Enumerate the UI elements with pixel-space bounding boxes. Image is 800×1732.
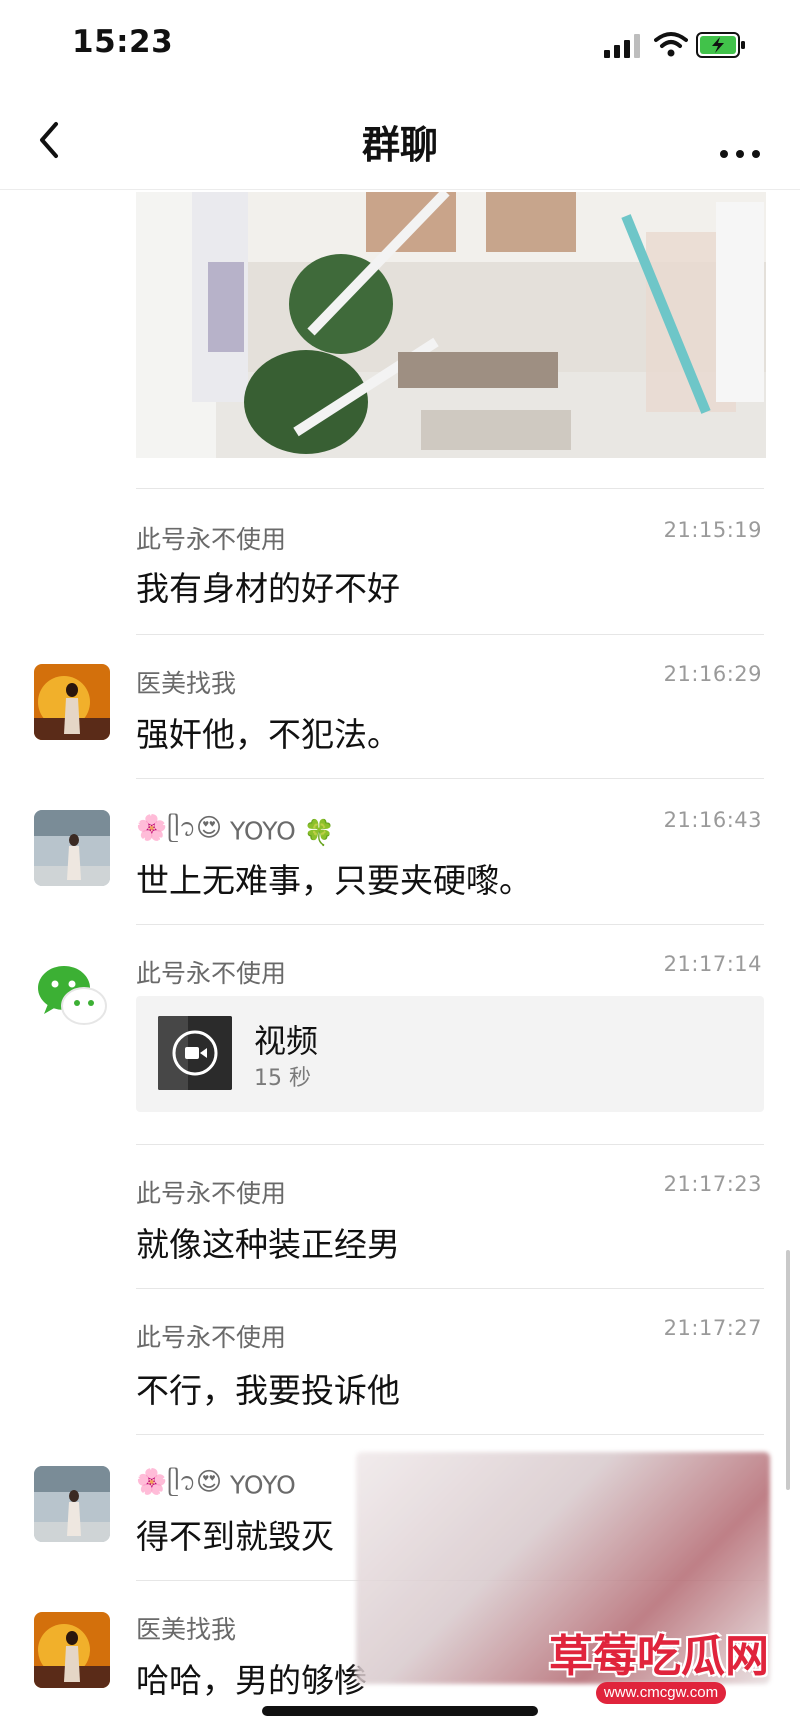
sender-name: 此号永不使用 bbox=[136, 959, 287, 988]
avatar[interactable] bbox=[34, 810, 110, 886]
sender-name: 此号永不使用 bbox=[136, 1179, 287, 1208]
divider bbox=[136, 1288, 764, 1289]
home-indicator bbox=[262, 1706, 538, 1716]
divider bbox=[136, 634, 764, 635]
sender-name-text: YOYO bbox=[230, 816, 296, 846]
message-text: 得不到就毁灭 bbox=[136, 1517, 334, 1556]
sender-emoji-prefix: 🌸ᥫ᭡😍 bbox=[136, 813, 223, 842]
sender-name: 医美找我 bbox=[136, 1615, 237, 1644]
watermark-logo: 草莓吃瓜网 www.cmcgw.com bbox=[546, 1620, 772, 1710]
avatar[interactable] bbox=[34, 1612, 110, 1688]
sender-name: 🌸ᥫ᭡😍 YOYO 🍀 bbox=[136, 810, 335, 855]
message-time: 21:15:19 bbox=[663, 518, 762, 542]
more-icon[interactable] bbox=[716, 112, 764, 168]
sender-emoji-prefix: 🌸ᥫ᭡😍 bbox=[136, 1467, 223, 1496]
divider bbox=[136, 778, 764, 779]
shared-photo[interactable] bbox=[136, 192, 766, 458]
page-title: 群聊 bbox=[361, 123, 438, 167]
message-text: 世上无难事，只要夹硬嚟。 bbox=[136, 861, 532, 900]
divider bbox=[136, 924, 764, 925]
wifi-icon bbox=[654, 32, 688, 57]
bathroom-photo bbox=[136, 192, 766, 458]
status-time: 15:23 bbox=[72, 24, 174, 60]
message-text: 哈哈，男的够惨 bbox=[136, 1661, 367, 1700]
sender-emoji-suffix: 🍀 bbox=[303, 817, 335, 847]
video-message[interactable]: 视频 15 秒 bbox=[136, 996, 764, 1112]
avatar[interactable] bbox=[34, 664, 110, 740]
avatar[interactable] bbox=[34, 1466, 110, 1542]
message-time: 21:16:29 bbox=[663, 662, 762, 686]
sender-name: 此号永不使用 bbox=[136, 1323, 287, 1352]
video-thumbnail bbox=[158, 1016, 232, 1090]
signal-icon bbox=[604, 34, 642, 58]
message-time: 21:17:23 bbox=[663, 1172, 762, 1196]
sender-name: 医美找我 bbox=[136, 669, 237, 698]
sender-name-text: YOYO bbox=[230, 1470, 296, 1500]
watermark-url: www.cmcgw.com bbox=[596, 1682, 726, 1704]
video-duration: 15 秒 bbox=[254, 1066, 311, 1091]
status-bar: 15:23 bbox=[0, 0, 800, 92]
message-text: 我有身材的好不好 bbox=[136, 569, 400, 608]
avatar[interactable] bbox=[34, 956, 110, 1032]
message-text: 就像这种装正经男 bbox=[136, 1225, 400, 1264]
message-time: 21:17:27 bbox=[663, 1316, 762, 1340]
battery-charging-icon bbox=[696, 32, 745, 58]
wechat-logo-icon bbox=[34, 956, 110, 1032]
divider bbox=[136, 488, 764, 489]
watermark-title: 草莓吃瓜网 bbox=[549, 1631, 769, 1682]
divider bbox=[136, 1434, 764, 1435]
message-time: 21:16:43 bbox=[663, 808, 762, 832]
nav-bar: 群聊 bbox=[0, 92, 800, 190]
message-time: 21:17:14 bbox=[663, 952, 762, 976]
scrollbar[interactable] bbox=[786, 1250, 790, 1490]
message-text: 强奸他，不犯法。 bbox=[136, 715, 400, 754]
sender-name: 🌸ᥫ᭡😍 YOYO bbox=[136, 1464, 296, 1509]
video-title: 视频 bbox=[254, 1022, 319, 1060]
message-text: 不行，我要投诉他 bbox=[136, 1371, 400, 1410]
sender-name: 此号永不使用 bbox=[136, 525, 287, 554]
divider bbox=[136, 1144, 764, 1145]
